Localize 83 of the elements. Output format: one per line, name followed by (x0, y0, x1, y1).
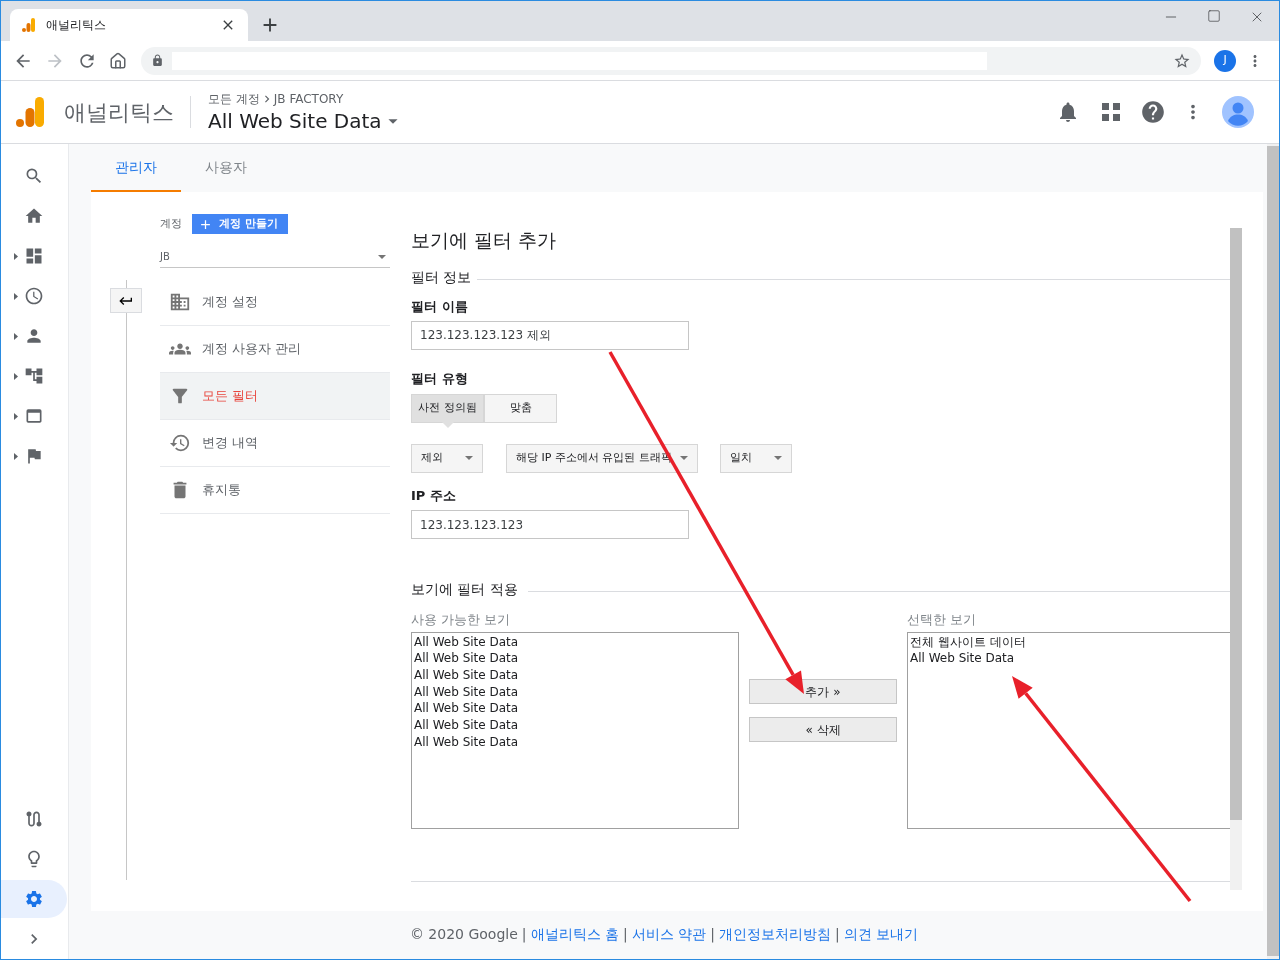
search-icon (24, 166, 44, 186)
footer-separator: | (710, 924, 715, 945)
clock-icon (24, 286, 44, 306)
filter-type-tab[interactable]: 사전 정의됨 (411, 393, 484, 423)
scrollbar[interactable] (1230, 228, 1242, 890)
available-views-list[interactable]: All Web Site Data All Web Site Data All Web Site Data All Web Site Data All Web Site Data All Web Site Data All Web Site Data (411, 631, 739, 829)
caret-icon (774, 456, 782, 460)
list-option[interactable]: All Web Site Data (414, 717, 736, 734)
field-label: 필터 유형 (411, 370, 469, 388)
building-icon (169, 291, 191, 313)
home-icon (24, 206, 44, 226)
list-option[interactable]: All Web Site Data (414, 633, 736, 651)
list-option[interactable]: All Web Site Data (414, 700, 736, 717)
branch-icon (24, 366, 44, 386)
footer-link[interactable]: 개인정보처리방침 (718, 923, 831, 945)
expand-arrow-icon[interactable] (14, 372, 18, 380)
menu-item[interactable]: 계정 설정 (160, 279, 390, 326)
filter-dropdown[interactable]: 일치 (720, 443, 792, 473)
expand-arrow-icon[interactable] (14, 292, 18, 300)
window-icon (24, 406, 44, 426)
history-icon (169, 432, 191, 454)
back-button[interactable] (110, 288, 142, 313)
list-label: 사용 가능한 보기 (411, 611, 512, 629)
profile-avatar[interactable]: J (1214, 49, 1236, 72)
list-label: 선택한 보기 (907, 611, 978, 629)
list-option[interactable]: All Web Site Data (414, 650, 736, 667)
copyright-text: © 2020 Google (409, 924, 518, 944)
nav-rail-item[interactable] (1, 880, 67, 918)
footer-link[interactable]: 의견 보내기 (843, 923, 919, 945)
pointer-icon (442, 421, 454, 428)
account-selector[interactable]: JB (160, 246, 390, 268)
admin-tab[interactable]: 사용자 (181, 144, 271, 192)
filter-type-tab[interactable]: 맞춤 (484, 393, 557, 423)
breadcrumb-link[interactable]: JB FACTORY (273, 90, 344, 108)
filter-name-field[interactable]: 123.123.123.123 제외 (411, 321, 689, 350)
footer-link[interactable]: 애널리틱스 홈 (530, 923, 619, 945)
home-icon[interactable] (109, 51, 127, 70)
list-option[interactable]: All Web Site Data (414, 666, 736, 684)
filter-dropdown[interactable]: 제외 (411, 443, 483, 473)
caret-icon (378, 254, 386, 259)
footer-link[interactable]: 서비스 약관 (631, 923, 707, 945)
menu-item[interactable]: 휴지통 (160, 467, 390, 514)
view-selector[interactable]: All Web Site Data (208, 108, 382, 134)
maximize-icon[interactable] (1207, 9, 1221, 23)
section-heading: 보기에 필터 적용 (411, 580, 518, 599)
menu-item[interactable]: 변경 내역 (160, 420, 390, 467)
footer-separator: | (521, 924, 527, 945)
apps-icon[interactable] (1102, 103, 1120, 121)
field-label: IP 주소 (411, 486, 457, 505)
expand-arrow-icon[interactable] (14, 452, 18, 460)
tab-title: 애널리틱스 (46, 17, 107, 34)
footer-separator: | (834, 924, 840, 945)
section-heading: 필터 정보 (411, 267, 472, 287)
remove-button[interactable]: « 삭제 (749, 717, 897, 742)
browser-tab[interactable]: 애널리틱스 (10, 9, 248, 41)
lock-icon (151, 54, 164, 67)
breadcrumb-link[interactable]: 모든 계정 (208, 90, 260, 108)
list-option[interactable]: All Web Site Data (414, 683, 736, 701)
expand-arrow-icon[interactable] (14, 252, 18, 260)
add-button[interactable]: 추가 » (749, 679, 897, 704)
list-option[interactable]: 전체 웹사이트 데이터 (910, 633, 1228, 651)
create-account-button[interactable]: 계정 만들기 (192, 214, 288, 234)
menu-item[interactable]: 모든 필터 (160, 373, 390, 420)
expand-arrow-icon[interactable] (14, 412, 18, 420)
ip-address-field[interactable]: 123.123.123.123 (411, 510, 689, 539)
caret-icon (680, 456, 688, 460)
expand-arrow-icon[interactable] (14, 332, 18, 340)
dashboard-icon (24, 246, 44, 266)
list-option[interactable]: All Web Site Data (414, 733, 736, 751)
analytics-logo-icon (22, 18, 36, 32)
page-scrollbar[interactable] (1267, 144, 1279, 959)
footer-separator: | (623, 924, 628, 945)
field-label: 필터 이름 (411, 297, 469, 316)
route-icon (24, 809, 44, 829)
settings-icon (24, 889, 44, 909)
list-option[interactable]: All Web Site Data (910, 650, 1228, 667)
form-title: 보기에 필터 추가 (411, 228, 558, 253)
analytics-logo-icon (16, 97, 44, 127)
help-icon[interactable] (1140, 99, 1166, 125)
product-name: 애널리틱스 (64, 98, 174, 127)
account-avatar[interactable] (1222, 96, 1254, 128)
caret-icon (465, 456, 473, 460)
account-label: 계정 (160, 215, 182, 232)
